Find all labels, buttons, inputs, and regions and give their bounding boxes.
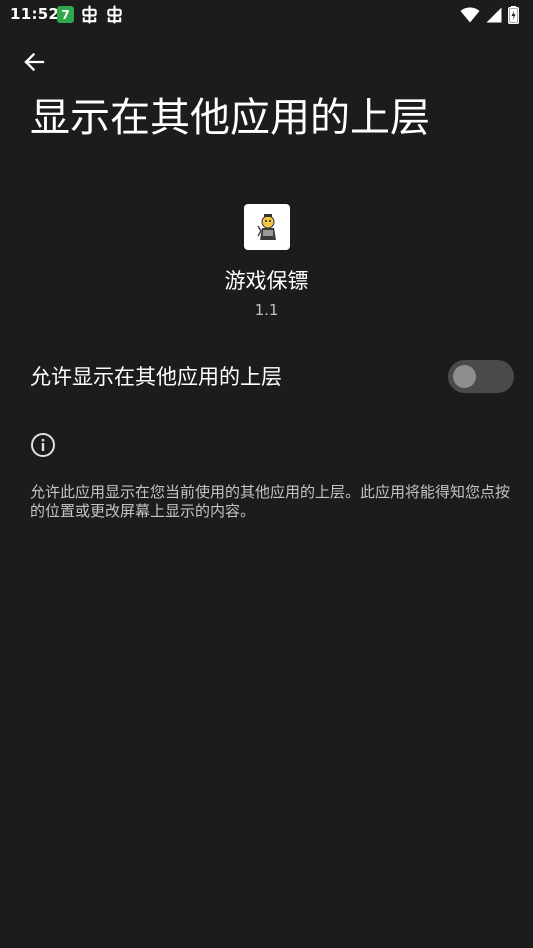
permission-label: 允许显示在其他应用的上层 [30,365,282,389]
app-version: 1.1 [254,301,279,319]
app-icon [243,204,290,250]
app-name: 游戏保镖 [224,269,309,293]
arrow-left-icon [24,52,45,72]
bug-icon [107,5,122,24]
info-icon [31,433,55,457]
system-icons [460,6,519,24]
status-bar: 11:52 7 [0,0,533,30]
game-guard-logo-icon [256,214,276,240]
wifi-icon [460,7,480,23]
permission-toggle-row[interactable]: 允许显示在其他应用的上层 [0,350,533,404]
battery-charging-icon [508,6,519,24]
notification-app-icon: 7 [57,6,74,23]
status-time: 11:52 [10,5,60,23]
notification-icons: 7 [57,5,124,24]
page-title: 显示在其他应用的上层 [30,95,430,141]
switch-thumb [453,365,476,388]
back-button[interactable] [14,42,54,82]
permission-switch[interactable] [448,360,514,393]
app-header: 游戏保镖 1.1 [0,204,533,320]
permission-description: 允许此应用显示在您当前使用的其他应用的上层。此应用将能得知您点按的位置或更改屏幕… [30,483,511,520]
signal-icon [486,7,502,23]
bug-icon [82,5,97,24]
